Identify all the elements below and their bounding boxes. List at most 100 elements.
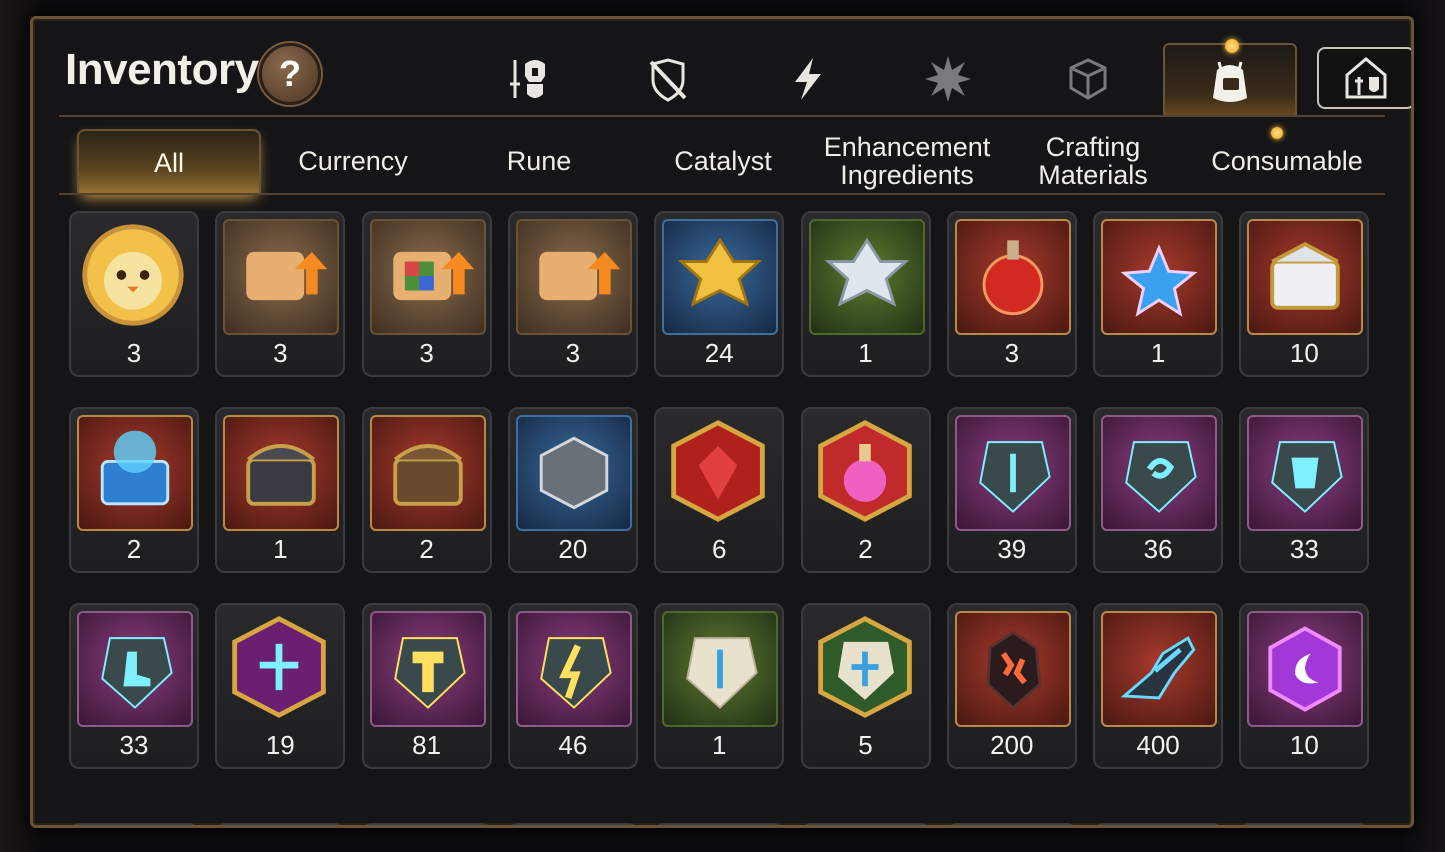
inventory-item[interactable]: 19 bbox=[215, 603, 346, 769]
shield-crossed-icon bbox=[649, 58, 687, 102]
item-count: 39 bbox=[997, 534, 1027, 564]
inventory-item[interactable]: 33 bbox=[69, 603, 199, 769]
burst-icon bbox=[925, 56, 971, 102]
inventory-item[interactable]: 24 bbox=[654, 211, 785, 377]
chick-avatar-icon bbox=[77, 219, 189, 331]
tab-consumable[interactable]: Consumable bbox=[1187, 129, 1387, 193]
rainbow-scroll-upgrade-icon bbox=[369, 219, 486, 335]
inventory-item[interactable]: 3 bbox=[215, 211, 346, 377]
tab-crafting-materials[interactable]: Crafting Materials bbox=[1003, 129, 1183, 193]
item-count: 2 bbox=[126, 534, 142, 564]
inventory-item-partial[interactable] bbox=[215, 823, 346, 825]
inventory-item[interactable]: 3 bbox=[69, 211, 199, 377]
inventory-item-partial[interactable] bbox=[1239, 823, 1370, 825]
tab-all[interactable]: All bbox=[77, 129, 261, 195]
inventory-item[interactable]: 1 bbox=[800, 211, 931, 377]
blue-ore-icon bbox=[1101, 611, 1218, 727]
tab-catalyst[interactable]: Catalyst bbox=[633, 129, 813, 193]
wooden-chest-icon bbox=[369, 415, 486, 531]
item-count: 5 bbox=[858, 730, 873, 760]
inventory-item[interactable]: 81 bbox=[361, 603, 492, 769]
inventory-item-partial[interactable] bbox=[946, 823, 1077, 825]
item-count: 3 bbox=[419, 338, 434, 368]
inventory-item[interactable]: 6 bbox=[654, 407, 785, 573]
inventory-item[interactable]: 10 bbox=[1239, 211, 1370, 377]
scroll-upgrade-icon bbox=[223, 219, 340, 335]
gray-cube-icon bbox=[515, 415, 632, 531]
inventory-item-partial[interactable] bbox=[800, 823, 931, 825]
inventory-item[interactable]: 200 bbox=[946, 603, 1077, 769]
tab-cube[interactable] bbox=[1023, 43, 1153, 115]
help-button[interactable]: ? bbox=[259, 43, 321, 105]
item-count: 3 bbox=[565, 338, 581, 368]
tab-skill[interactable] bbox=[743, 43, 873, 115]
blue-chest-icon bbox=[77, 415, 193, 531]
item-count: 33 bbox=[119, 730, 149, 760]
tab-inventory[interactable] bbox=[1163, 39, 1297, 117]
window-title: Inventory bbox=[65, 45, 259, 94]
inventory-item[interactable]: 400 bbox=[1093, 603, 1224, 769]
backpack-icon bbox=[1213, 61, 1247, 102]
item-count: 400 bbox=[1136, 730, 1180, 760]
inventory-item[interactable]: 36 bbox=[1093, 407, 1224, 573]
category-tabs bbox=[463, 39, 1411, 117]
item-count: 81 bbox=[412, 730, 442, 760]
item-count: 3 bbox=[273, 338, 288, 368]
inventory-item[interactable]: 1 bbox=[654, 603, 785, 769]
tab-rune[interactable]: Rune bbox=[449, 129, 629, 193]
item-count: 33 bbox=[1289, 534, 1319, 564]
item-count: 36 bbox=[1143, 534, 1173, 564]
header-divider bbox=[59, 115, 1385, 117]
stone-cross-hex-icon bbox=[809, 611, 921, 723]
item-count: 2 bbox=[858, 534, 873, 564]
inventory-item[interactable]: 39 bbox=[946, 407, 1077, 573]
star-potion-icon bbox=[1101, 219, 1218, 335]
tab-burst[interactable] bbox=[883, 43, 1013, 115]
item-grid: 3 3 3 3 24 1 3 1 10 2 1 2 20 6 2 39 36 33 33 19 81 46 1 5 200 400… bbox=[69, 211, 1379, 825]
inventory-item-partial[interactable] bbox=[1093, 823, 1224, 825]
inventory-item[interactable]: 2 bbox=[800, 407, 931, 573]
inventory-item-partial[interactable] bbox=[654, 823, 785, 825]
guild-house-icon bbox=[1345, 57, 1387, 99]
inventory-item-partial[interactable] bbox=[361, 823, 492, 825]
silver-crystal-flower-icon bbox=[808, 219, 925, 335]
rune-hammer-icon bbox=[369, 611, 486, 727]
item-count: 3 bbox=[126, 338, 142, 368]
inventory-item[interactable]: 33 bbox=[1239, 407, 1370, 573]
item-count: 10 bbox=[1289, 338, 1319, 368]
notification-dot bbox=[1225, 39, 1239, 53]
inventory-item-partial[interactable] bbox=[507, 823, 638, 825]
rune-boot-icon bbox=[77, 611, 193, 727]
item-count: 200 bbox=[990, 730, 1034, 760]
tab-shield[interactable] bbox=[603, 43, 733, 115]
stone-sword-icon bbox=[662, 611, 779, 727]
sub-tab-bar: All Currency Rune Catalyst Enhancement I… bbox=[77, 127, 1387, 197]
tab-equipment[interactable] bbox=[463, 43, 593, 115]
inventory-item[interactable]: 10 bbox=[1239, 603, 1370, 769]
tab-currency[interactable]: Currency bbox=[263, 129, 443, 193]
rune-armor-icon bbox=[1247, 415, 1364, 531]
rune-cross-hex-icon bbox=[223, 611, 335, 723]
inventory-item[interactable]: 5 bbox=[800, 603, 931, 769]
red-ore-icon bbox=[954, 611, 1071, 727]
item-count: 24 bbox=[704, 338, 734, 368]
inventory-item[interactable]: 3 bbox=[361, 211, 492, 377]
scroll-upgrade-icon bbox=[515, 219, 632, 335]
dark-chest-icon bbox=[223, 415, 340, 531]
item-count: 6 bbox=[711, 534, 727, 564]
item-count: 1 bbox=[273, 534, 288, 564]
inventory-item[interactable]: 2 bbox=[361, 407, 492, 573]
inventory-item[interactable]: 3 bbox=[507, 211, 638, 377]
inventory-item[interactable]: 2 bbox=[69, 407, 199, 573]
inventory-item[interactable]: 1 bbox=[1093, 211, 1224, 377]
cube-icon bbox=[1069, 58, 1107, 100]
tab-enhancement-ingredients[interactable]: Enhancement Ingredients bbox=[817, 129, 997, 193]
inventory-item[interactable]: 46 bbox=[507, 603, 638, 769]
inventory-item-partial[interactable] bbox=[69, 823, 199, 825]
inventory-item[interactable]: 1 bbox=[215, 407, 346, 573]
item-count: 46 bbox=[558, 730, 588, 760]
red-potion-icon bbox=[954, 219, 1071, 335]
tab-guild[interactable] bbox=[1317, 47, 1411, 109]
inventory-item[interactable]: 3 bbox=[946, 211, 1077, 377]
inventory-item[interactable]: 20 bbox=[507, 407, 638, 573]
